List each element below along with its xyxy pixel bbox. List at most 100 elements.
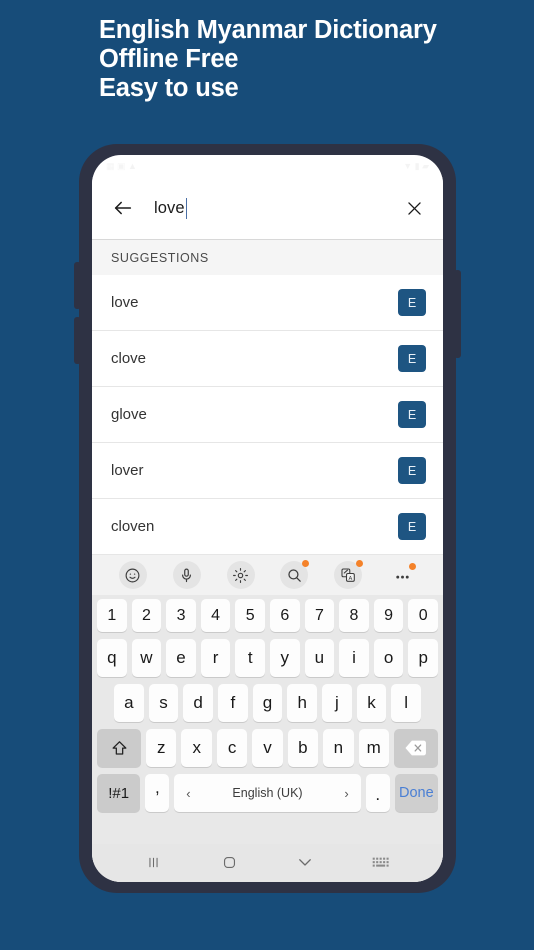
- suggestions-list: love E clove E glove E lover E cloven E: [92, 275, 443, 555]
- key-m[interactable]: m: [358, 729, 389, 767]
- key-a[interactable]: a: [113, 684, 144, 722]
- arrow-left-icon[interactable]: [111, 196, 135, 220]
- search-bar: love: [92, 177, 443, 240]
- key-r[interactable]: r: [200, 639, 231, 677]
- next-language-icon[interactable]: ›: [344, 786, 348, 801]
- list-item[interactable]: cloven E: [92, 499, 443, 555]
- key-v[interactable]: v: [252, 729, 283, 767]
- key-u[interactable]: u: [304, 639, 335, 677]
- key-0[interactable]: 0: [408, 599, 438, 632]
- keyboard-row-numbers: 1 2 3 4 5 6 7 8 9 0: [95, 599, 440, 632]
- key-n[interactable]: n: [323, 729, 354, 767]
- symbols-key[interactable]: !#1: [97, 774, 141, 812]
- search-input[interactable]: love: [154, 197, 403, 219]
- key-j[interactable]: j: [322, 684, 352, 722]
- power-button[interactable]: [454, 270, 461, 358]
- emoji-icon[interactable]: [118, 561, 147, 589]
- status-badge: E: [398, 513, 426, 540]
- status-badge: E: [398, 401, 426, 428]
- keyboard-switch-icon[interactable]: [364, 849, 398, 875]
- key-q[interactable]: q: [97, 639, 127, 677]
- done-key[interactable]: Done: [394, 774, 439, 812]
- key-9[interactable]: 9: [373, 599, 404, 632]
- gear-icon[interactable]: [226, 561, 255, 589]
- microphone-icon[interactable]: [172, 561, 201, 589]
- svg-text:A: A: [348, 575, 352, 581]
- key-p[interactable]: p: [408, 639, 438, 677]
- status-badge: E: [398, 345, 426, 372]
- close-icon[interactable]: [403, 197, 425, 219]
- recents-icon[interactable]: [137, 849, 171, 875]
- suggestion-word: glove: [111, 406, 147, 423]
- status-bar-left: ▦ ▣ ▲: [106, 161, 137, 172]
- key-c[interactable]: c: [216, 729, 248, 767]
- phone-frame: ▦ ▣ ▲ ▼ ▮ ▰ love SUGGESTIONS: [74, 144, 461, 893]
- headline-line-2: Offline Free: [99, 45, 239, 73]
- keyboard-row-asdf: a s d f g h j k l: [95, 684, 440, 722]
- phone-screen: ▦ ▣ ▲ ▼ ▮ ▰ love SUGGESTIONS: [92, 155, 443, 882]
- key-h[interactable]: h: [287, 684, 318, 722]
- key-7[interactable]: 7: [304, 599, 335, 632]
- key-8[interactable]: 8: [339, 599, 369, 632]
- key-1[interactable]: 1: [97, 599, 127, 632]
- key-d[interactable]: d: [183, 684, 213, 722]
- status-badge: E: [398, 457, 426, 484]
- key-w[interactable]: w: [131, 639, 162, 677]
- key-2[interactable]: 2: [131, 599, 162, 632]
- more-icon[interactable]: [388, 561, 417, 589]
- notification-dot: [302, 560, 310, 567]
- key-o[interactable]: o: [373, 639, 404, 677]
- status-bar: ▦ ▣ ▲ ▼ ▮ ▰: [92, 155, 443, 177]
- key-6[interactable]: 6: [270, 599, 300, 632]
- key-k[interactable]: k: [356, 684, 387, 722]
- keyboard-row-bottom: !#1 , ‹ English (UK) › . Done: [95, 774, 440, 812]
- key-g[interactable]: g: [252, 684, 283, 722]
- keyboard-row-zxcv: z x c v b n m: [95, 729, 440, 767]
- list-item[interactable]: love E: [92, 275, 443, 331]
- shift-icon[interactable]: [97, 729, 142, 767]
- key-period[interactable]: .: [365, 774, 390, 812]
- key-f[interactable]: f: [218, 684, 248, 722]
- key-l[interactable]: l: [391, 684, 422, 722]
- search-input-value: love: [154, 198, 185, 217]
- hide-keyboard-icon[interactable]: [288, 849, 322, 875]
- headline-line-3: Easy to use: [99, 74, 239, 102]
- virtual-keyboard: A 1 2 3 4 5 6 7 8 9 0 q w e r t y u i o …: [92, 555, 443, 882]
- translate-icon[interactable]: A: [334, 560, 364, 589]
- text-caret: [185, 197, 188, 219]
- key-3[interactable]: 3: [166, 599, 196, 632]
- key-i[interactable]: i: [339, 639, 369, 677]
- key-x[interactable]: x: [181, 729, 212, 767]
- list-item[interactable]: glove E: [92, 387, 443, 443]
- key-comma[interactable]: ,: [145, 774, 170, 812]
- volume-up-button[interactable]: [74, 262, 81, 309]
- suggestions-header: SUGGESTIONS: [92, 240, 443, 275]
- search-icon[interactable]: [280, 560, 310, 589]
- headline-line-1: English Myanmar Dictionary: [99, 16, 437, 44]
- status-bar-right: ▼ ▮ ▰: [403, 161, 429, 172]
- volume-down-button[interactable]: [74, 317, 81, 364]
- space-key[interactable]: ‹ English (UK) ›: [174, 774, 361, 812]
- navigation-bar: [92, 844, 443, 882]
- suggestion-word: clove: [111, 350, 147, 367]
- keyboard-row-qwerty: q w e r t y u i o p: [95, 639, 440, 677]
- key-t[interactable]: t: [235, 639, 265, 677]
- list-item[interactable]: clove E: [92, 331, 443, 387]
- notification-dot: [356, 560, 364, 567]
- key-z[interactable]: z: [146, 729, 177, 767]
- key-s[interactable]: s: [148, 684, 179, 722]
- key-5[interactable]: 5: [235, 599, 265, 632]
- key-4[interactable]: 4: [200, 599, 231, 632]
- keyboard-rows: 1 2 3 4 5 6 7 8 9 0 q w e r t y u i o p …: [92, 595, 443, 844]
- backspace-icon[interactable]: [393, 729, 438, 767]
- suggestion-word: cloven: [111, 518, 155, 535]
- suggestion-word: lover: [111, 462, 144, 479]
- status-badge: E: [398, 289, 426, 316]
- key-b[interactable]: b: [287, 729, 319, 767]
- key-e[interactable]: e: [166, 639, 196, 677]
- space-key-label: English (UK): [232, 786, 303, 800]
- notification-dot: [409, 563, 417, 570]
- list-item[interactable]: lover E: [92, 443, 443, 499]
- key-y[interactable]: y: [270, 639, 300, 677]
- home-icon[interactable]: [213, 849, 247, 875]
